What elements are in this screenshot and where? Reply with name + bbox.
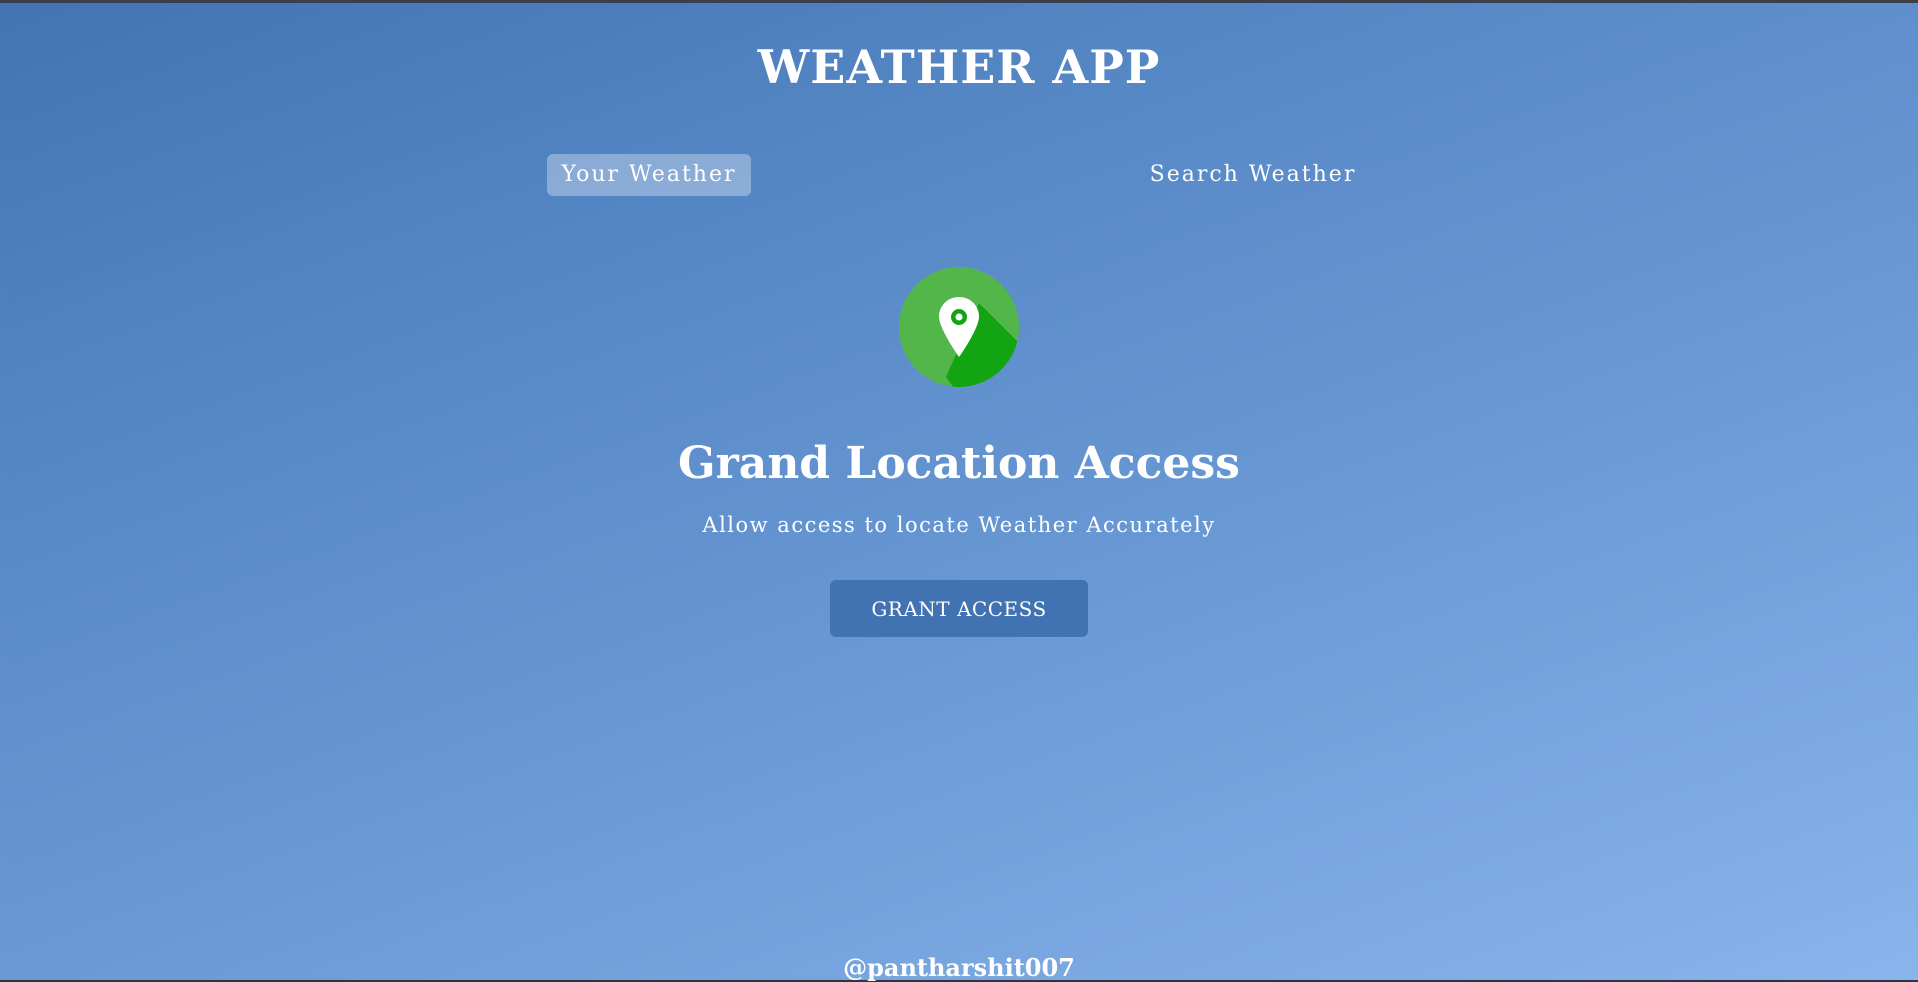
footer-author-handle: @pantharshit007 <box>843 953 1075 982</box>
tab-your-weather[interactable]: Your Weather <box>547 154 751 196</box>
grant-access-button[interactable]: GRANT ACCESS <box>830 580 1088 637</box>
grant-location-title: Grand Location Access <box>678 438 1240 489</box>
location-pin-icon <box>899 267 1019 387</box>
grant-location-subtitle: Allow access to locate Weather Accuratel… <box>702 513 1216 537</box>
app-title: WEATHER APP <box>757 40 1161 94</box>
tab-search-weather[interactable]: Search Weather <box>1138 154 1368 196</box>
